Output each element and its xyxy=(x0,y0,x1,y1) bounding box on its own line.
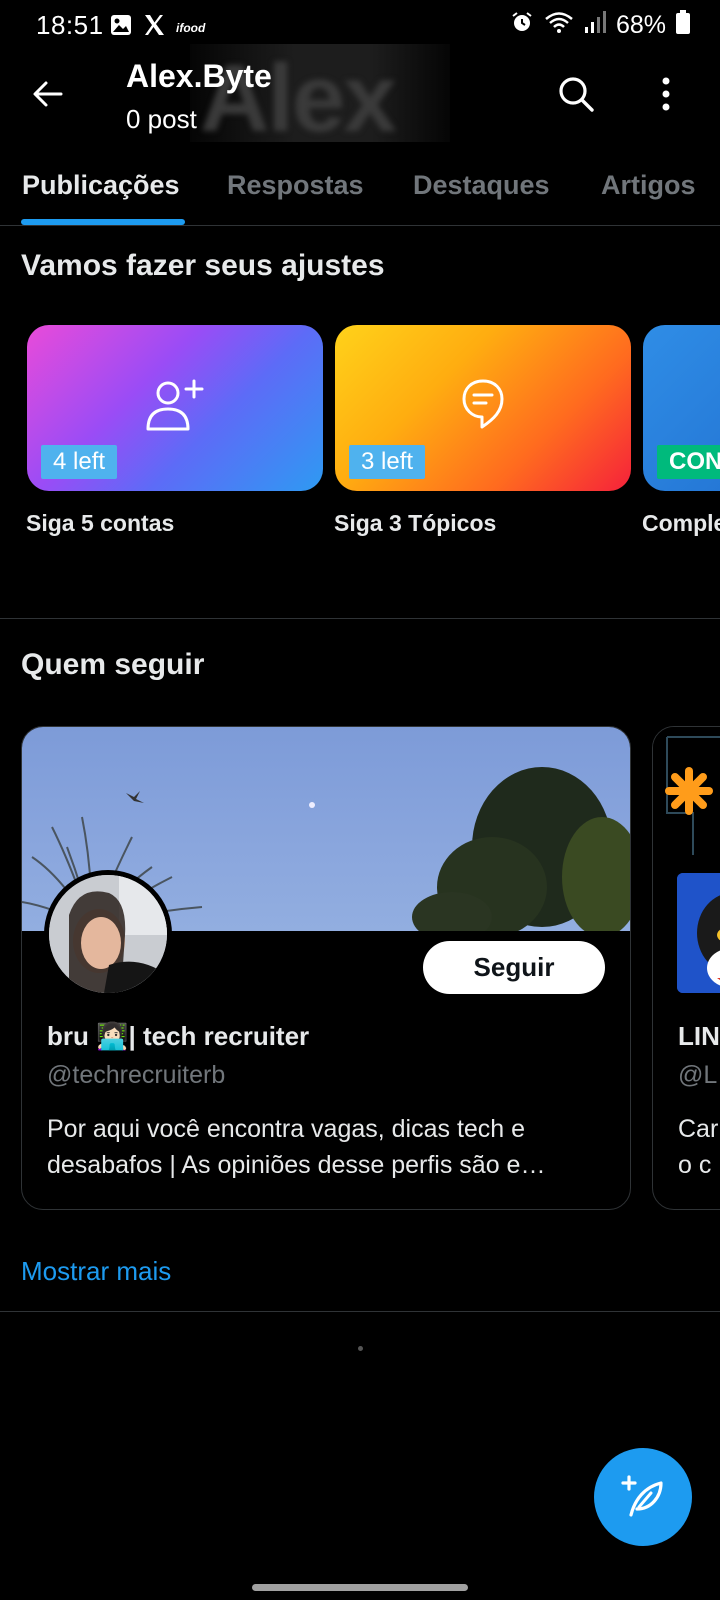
search-icon xyxy=(559,77,594,112)
add-user-icon xyxy=(144,377,206,438)
who-to-follow-title: Quem seguir xyxy=(21,648,205,681)
topic-icon xyxy=(460,377,506,438)
suggested-user-name[interactable]: LIN xyxy=(678,1021,720,1052)
avatar[interactable] xyxy=(677,873,720,993)
task-label: Siga 3 Tópicos xyxy=(334,510,497,536)
system-icons: 68% xyxy=(510,10,690,41)
task-badge: 4 left xyxy=(41,445,118,479)
battery-icon xyxy=(676,10,690,41)
gallery-icon xyxy=(110,14,132,41)
compose-post-icon xyxy=(621,1475,663,1517)
suggested-user-name[interactable]: bru 👩🏻‍💻| tech recruiter xyxy=(47,1021,309,1052)
tab-publicacoes[interactable]: Publicações xyxy=(22,170,180,201)
notification-icons: ifood xyxy=(110,13,205,42)
x-logo-icon xyxy=(142,13,166,42)
suggested-user-handle: @techrecruiterb xyxy=(47,1061,226,1089)
suggested-user-handle: @L xyxy=(678,1061,718,1089)
show-more-link[interactable]: Mostrar mais xyxy=(21,1256,171,1287)
more-vertical-icon xyxy=(662,77,670,111)
battery-percentage: 68% xyxy=(615,11,666,39)
suggested-user-bio: Por aqui você encontra vagas, dicas tech… xyxy=(47,1115,546,1179)
bio-line: o c xyxy=(678,1151,712,1179)
compose-post-button[interactable] xyxy=(594,1448,692,1546)
back-button[interactable] xyxy=(18,64,78,124)
avatar[interactable] xyxy=(44,870,172,998)
status-bar: 18:51 ifood 68% xyxy=(0,0,720,50)
task-label: Comple xyxy=(642,510,720,536)
profile-tabs: Publicações Respostas Destaques Artigos xyxy=(0,150,720,226)
active-tab-indicator xyxy=(21,219,185,225)
task-badge: 3 left xyxy=(349,445,426,479)
tab-respostas[interactable]: Respostas xyxy=(227,170,364,201)
follow-suggestion-card[interactable]: LIN @L Car o c xyxy=(652,726,720,1210)
tab-destaques[interactable]: Destaques xyxy=(413,170,550,201)
post-count: 0 post xyxy=(126,104,197,134)
back-arrow-icon xyxy=(33,81,63,107)
status-time: 18:51 xyxy=(36,10,104,40)
profile-header: Alex Alex.Byte 0 post xyxy=(0,44,720,142)
home-indicator[interactable] xyxy=(252,1584,468,1591)
loading-indicator xyxy=(358,1346,363,1351)
section-divider xyxy=(0,618,720,619)
profile-name: Alex.Byte xyxy=(126,58,272,94)
task-label: Siga 5 contas xyxy=(26,510,175,536)
more-options-button[interactable] xyxy=(636,64,696,124)
alarm-icon xyxy=(510,10,534,41)
task-card-follow-accounts[interactable]: 4 left xyxy=(27,325,323,491)
tab-artigos[interactable]: Artigos xyxy=(601,170,696,201)
signal-icon xyxy=(584,10,606,41)
suggested-user-bio: Car o c xyxy=(678,1111,718,1183)
onboarding-title: Vamos fazer seus ajustes xyxy=(21,249,385,282)
search-button[interactable] xyxy=(546,64,606,124)
follow-suggestion-card[interactable]: Seguir bru 👩🏻‍💻| tech recruiter @techrec… xyxy=(21,726,631,1210)
follow-button[interactable]: Seguir xyxy=(423,941,605,994)
bio-line: Car xyxy=(678,1115,719,1143)
profile-screen: 18:51 ifood 68% Alex Alex.Byte 0 post Pu… xyxy=(0,0,720,1600)
wifi-icon xyxy=(544,10,574,41)
section-divider xyxy=(0,1311,720,1312)
ifood-icon: ifood xyxy=(176,20,206,35)
task-card-complete-profile[interactable]: CONC xyxy=(643,325,720,491)
task-badge: CONC xyxy=(657,445,720,479)
task-card-follow-topics[interactable]: 3 left xyxy=(335,325,631,491)
